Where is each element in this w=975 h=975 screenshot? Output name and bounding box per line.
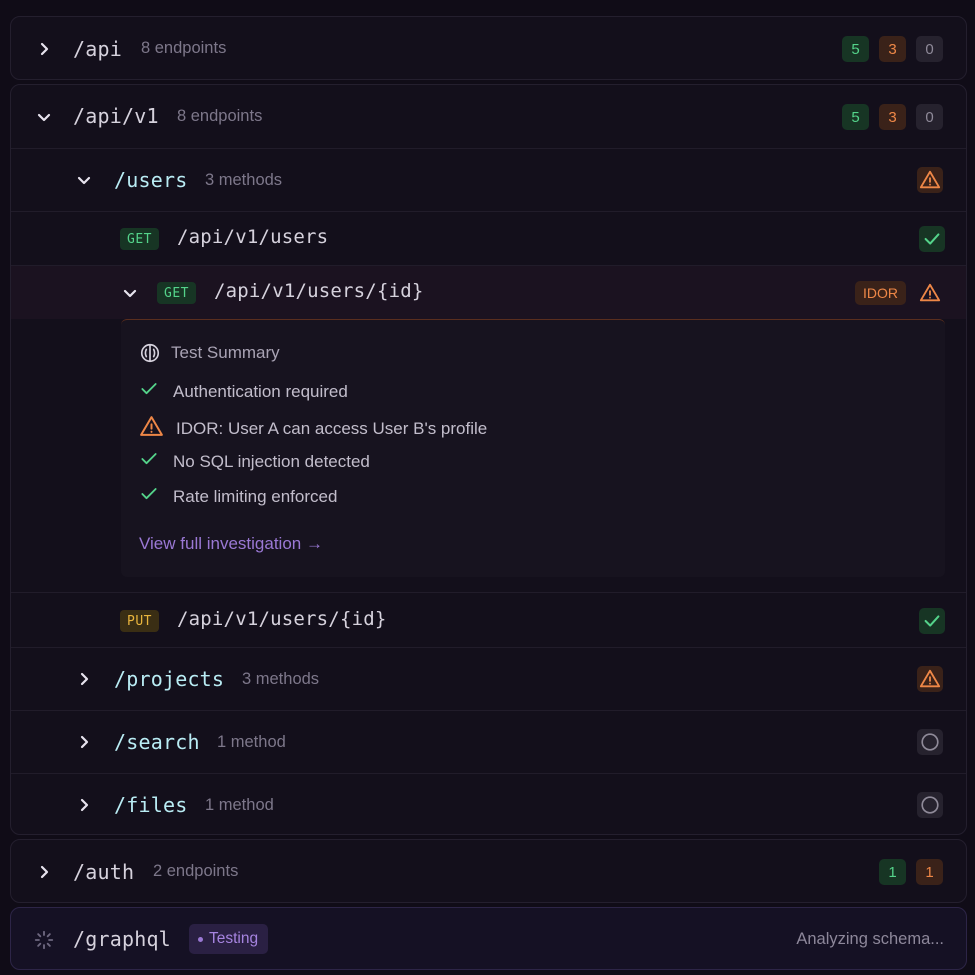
endpoint-count: 2 endpoints (153, 862, 239, 880)
resource-path: /files (114, 793, 188, 817)
warning-badge: 3 (879, 104, 906, 130)
warning-status-icon (917, 666, 943, 692)
loading-spinner-icon (33, 929, 55, 951)
warning-badge: 1 (916, 859, 943, 885)
check-status-icon (919, 608, 945, 634)
brain-icon (139, 342, 161, 364)
pending-badge: 0 (916, 104, 943, 130)
pending-status-icon (917, 729, 943, 755)
warning-icon (139, 414, 165, 444)
chevron-down-icon[interactable] (121, 284, 139, 302)
warning-badge: 3 (879, 36, 906, 62)
check-icon (139, 484, 161, 509)
group-api-header[interactable]: /api 8 endpoints 5 3 0 (11, 17, 966, 81)
summary-item: Authentication required (139, 379, 348, 404)
method-badge: PUT (120, 610, 159, 632)
chevron-down-icon[interactable] (75, 171, 93, 189)
summary-header: Test Summary (139, 342, 280, 364)
resource-search[interactable]: /search 1 method (11, 710, 966, 773)
check-icon (139, 379, 161, 404)
endpoint-path: /api/v1/users (177, 226, 329, 248)
passed-badge: 5 (842, 104, 869, 130)
group-path: /api (73, 37, 122, 61)
summary-title: Test Summary (171, 343, 280, 362)
group-path: /graphql (73, 927, 171, 951)
pending-status-icon (917, 792, 943, 818)
method-count: 3 methods (242, 670, 320, 688)
group-path: /auth (73, 860, 135, 884)
resource-projects[interactable]: /projects 3 methods (11, 647, 966, 710)
chevron-right-icon[interactable] (75, 670, 93, 688)
endpoint-get-users[interactable]: GET /api/v1/users (11, 211, 966, 265)
check-icon (139, 449, 161, 474)
chevron-right-icon[interactable] (35, 40, 53, 58)
resource-path: /projects (114, 667, 225, 691)
group-api: /api 8 endpoints 5 3 0 (10, 16, 967, 80)
warning-status-icon (917, 280, 943, 306)
group-graphql: /graphql Testing Analyzing schema... (10, 907, 967, 970)
group-api-v1: /api/v1 8 endpoints 5 3 0 /users 3 metho… (10, 84, 967, 835)
resource-files[interactable]: /files 1 method (11, 773, 966, 836)
passed-badge: 5 (842, 36, 869, 62)
group-auth-header[interactable]: /auth 2 endpoints 1 1 (11, 840, 966, 904)
method-count: 1 method (217, 733, 286, 751)
method-count: 3 methods (205, 171, 283, 189)
method-count: 1 method (205, 796, 274, 814)
chevron-right-icon[interactable] (75, 733, 93, 751)
summary-item: IDOR: User A can access User B's profile (139, 414, 487, 444)
testing-status-pill: Testing (189, 924, 269, 954)
endpoint-count: 8 endpoints (141, 39, 227, 57)
summary-item: No SQL injection detected (139, 449, 370, 474)
chevron-down-icon[interactable] (35, 108, 53, 126)
resource-users[interactable]: /users 3 methods (11, 148, 966, 211)
resource-path: /search (114, 730, 200, 754)
method-badge: GET (120, 228, 159, 250)
chevron-right-icon[interactable] (35, 863, 53, 881)
endpoint-get-user-by-id[interactable]: GET /api/v1/users/{id} IDOR (11, 265, 966, 319)
status-dot (198, 936, 203, 942)
group-api-v1-header[interactable]: /api/v1 8 endpoints 5 3 0 (11, 85, 966, 148)
test-summary-panel: Test Summary Authentication required IDO… (121, 319, 945, 577)
group-auth: /auth 2 endpoints 1 1 (10, 839, 967, 903)
pending-badge: 0 (916, 36, 943, 62)
view-investigation-link[interactable]: View full investigation → (139, 534, 323, 554)
endpoint-count: 8 endpoints (177, 107, 263, 125)
idor-tag: IDOR (855, 281, 906, 305)
endpoint-path: /api/v1/users/{id} (214, 280, 424, 302)
check-status-icon (919, 226, 945, 252)
warning-status-icon (917, 167, 943, 193)
passed-badge: 1 (879, 859, 906, 885)
group-graphql-header[interactable]: /graphql Testing Analyzing schema... (11, 908, 966, 971)
group-path: /api/v1 (73, 104, 159, 128)
resource-path: /users (114, 168, 188, 192)
method-badge: GET (157, 282, 196, 304)
analyzing-status-text: Analyzing schema... (796, 930, 944, 948)
chevron-right-icon[interactable] (75, 796, 93, 814)
summary-item: Rate limiting enforced (139, 484, 337, 509)
endpoint-put-user-by-id[interactable]: PUT /api/v1/users/{id} (11, 592, 966, 647)
endpoint-path: /api/v1/users/{id} (177, 608, 387, 630)
